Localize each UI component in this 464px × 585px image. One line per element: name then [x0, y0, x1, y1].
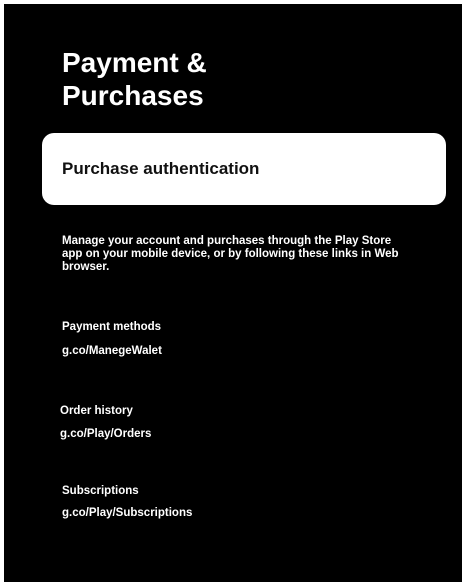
subscriptions-label: Subscriptions [62, 485, 139, 497]
page-title-line2: Purchases [62, 80, 204, 111]
subscriptions-link: g.co/Play/Subscriptions [62, 507, 193, 519]
payment-purchases-screen: Payment & Purchases Purchase authenticat… [4, 4, 462, 582]
order-history-label: Order history [60, 405, 133, 417]
payment-methods-link: g.co/ManegeWalet [62, 345, 162, 357]
payment-methods-label: Payment methods [62, 321, 162, 333]
purchase-authentication-item[interactable]: Purchase authentication [42, 133, 446, 205]
description-text: Manage your account and purchases throug… [62, 235, 399, 273]
order-history-link: g.co/Play/Orders [60, 428, 152, 440]
page-title: Payment & Purchases [62, 46, 402, 112]
purchase-authentication-label: Purchase authentication [62, 159, 260, 178]
page-title-line1: Payment & [62, 47, 207, 78]
